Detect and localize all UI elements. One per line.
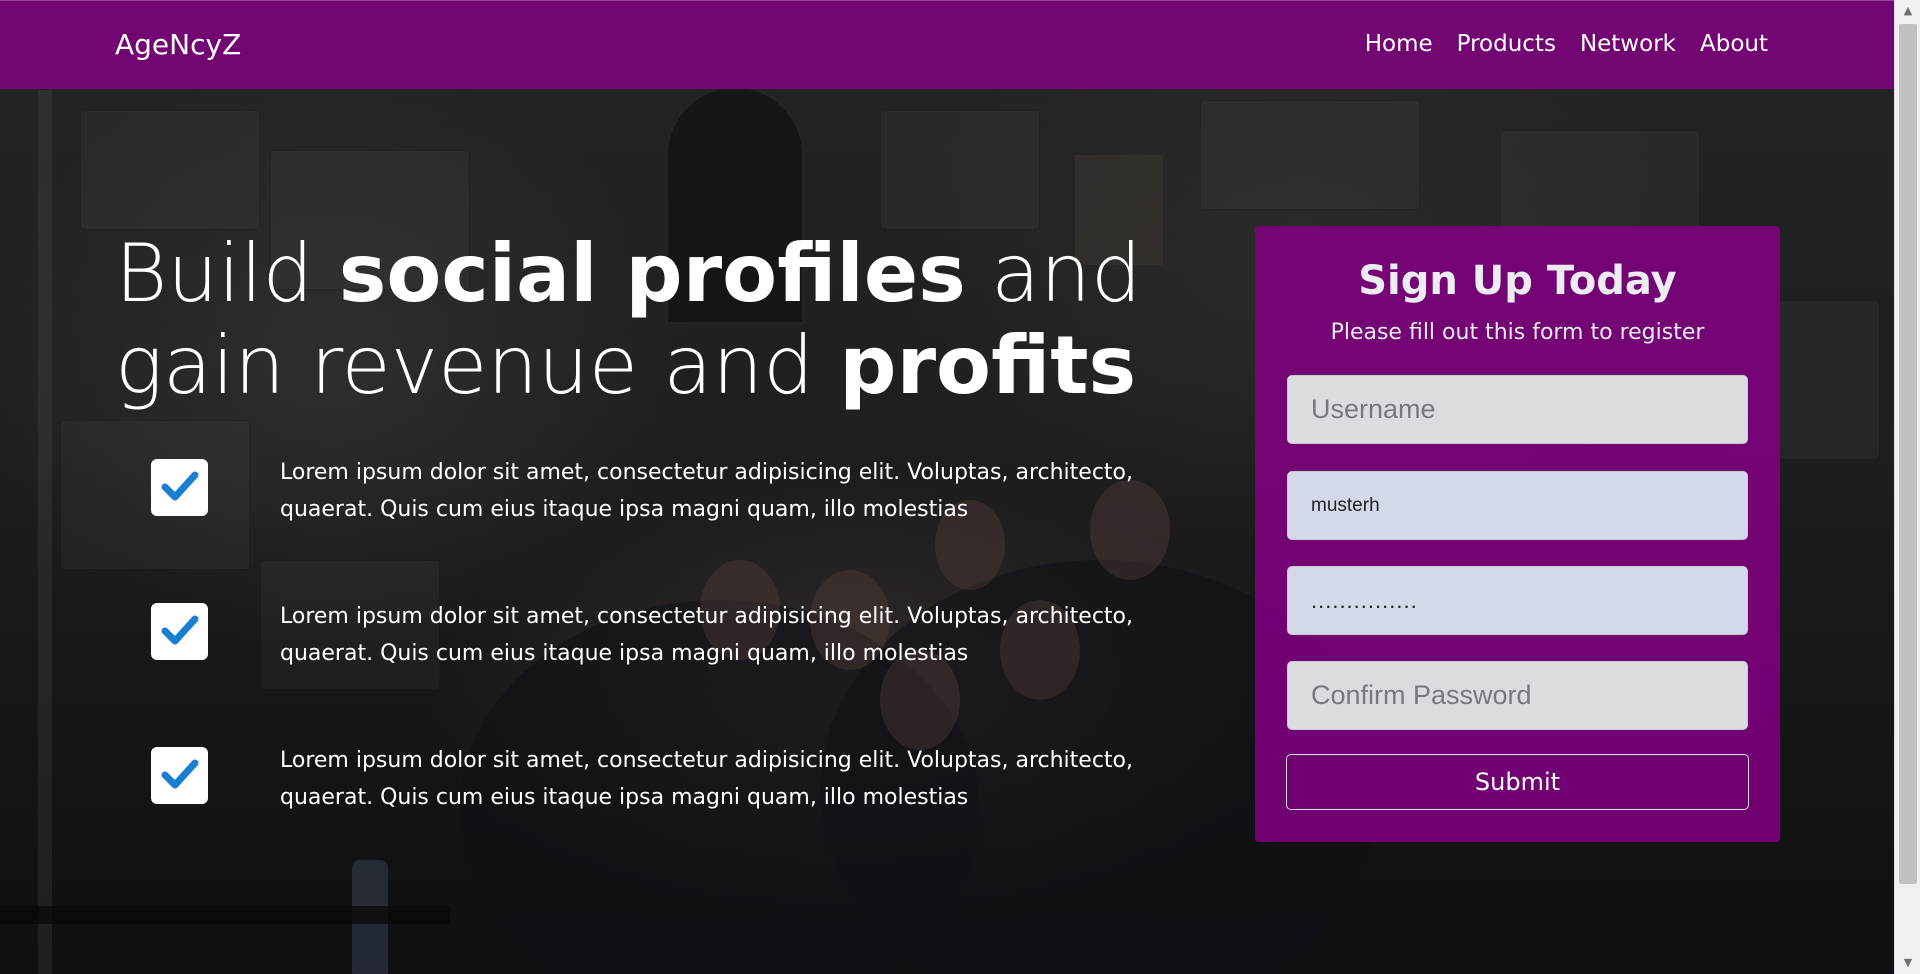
nav-links: Home Products Network About	[1365, 31, 1768, 57]
feature-item: Lorem ipsum dolor sit amet, consectetur …	[151, 747, 1151, 827]
username-input[interactable]	[1287, 375, 1748, 444]
feature-item: Lorem ipsum dolor sit amet, consectetur …	[151, 459, 1151, 539]
password-input[interactable]	[1287, 566, 1748, 635]
signup-title: Sign Up Today	[1358, 258, 1677, 304]
signup-subtitle: Please fill out this form to register	[1330, 320, 1705, 345]
submit-button[interactable]: Submit	[1286, 754, 1749, 810]
nav-link-network[interactable]: Network	[1580, 31, 1676, 57]
feature-text: Lorem ipsum dolor sit amet, consectetur …	[280, 748, 1134, 810]
navbar: AgeNcyZ Home Products Network About	[0, 0, 1894, 89]
page-scrollbar[interactable]: ▲ ▼	[1894, 0, 1920, 974]
feature-text: Lorem ipsum dolor sit amet, consectetur …	[280, 460, 1134, 522]
hero-heading-part-1: Build	[115, 227, 339, 320]
nav-link-home[interactable]: Home	[1365, 31, 1433, 57]
nav-link-products[interactable]: Products	[1457, 31, 1556, 57]
confirm-password-input[interactable]	[1287, 661, 1748, 730]
brand-logo[interactable]: AgeNcyZ	[115, 28, 241, 61]
feature-text: Lorem ipsum dolor sit amet, consectetur …	[280, 604, 1134, 666]
email-input[interactable]	[1287, 471, 1748, 540]
check-icon	[151, 747, 208, 804]
nav-link-about[interactable]: About	[1700, 31, 1768, 57]
scrollbar-thumb[interactable]	[1899, 24, 1917, 884]
arrow-down-icon[interactable]: ▼	[1895, 952, 1920, 974]
signup-form: Sign Up Today Please fill out this form …	[1255, 226, 1780, 842]
feature-item: Lorem ipsum dolor sit amet, consectetur …	[151, 603, 1151, 683]
check-icon	[151, 603, 208, 660]
hero-heading-emphasis-2: profits	[839, 319, 1137, 412]
check-icon	[151, 459, 208, 516]
hero-heading: Build social profiles and gain revenue a…	[115, 228, 1195, 412]
hero-heading-emphasis-1: social profiles	[338, 227, 966, 320]
arrow-up-icon[interactable]: ▲	[1895, 0, 1920, 22]
